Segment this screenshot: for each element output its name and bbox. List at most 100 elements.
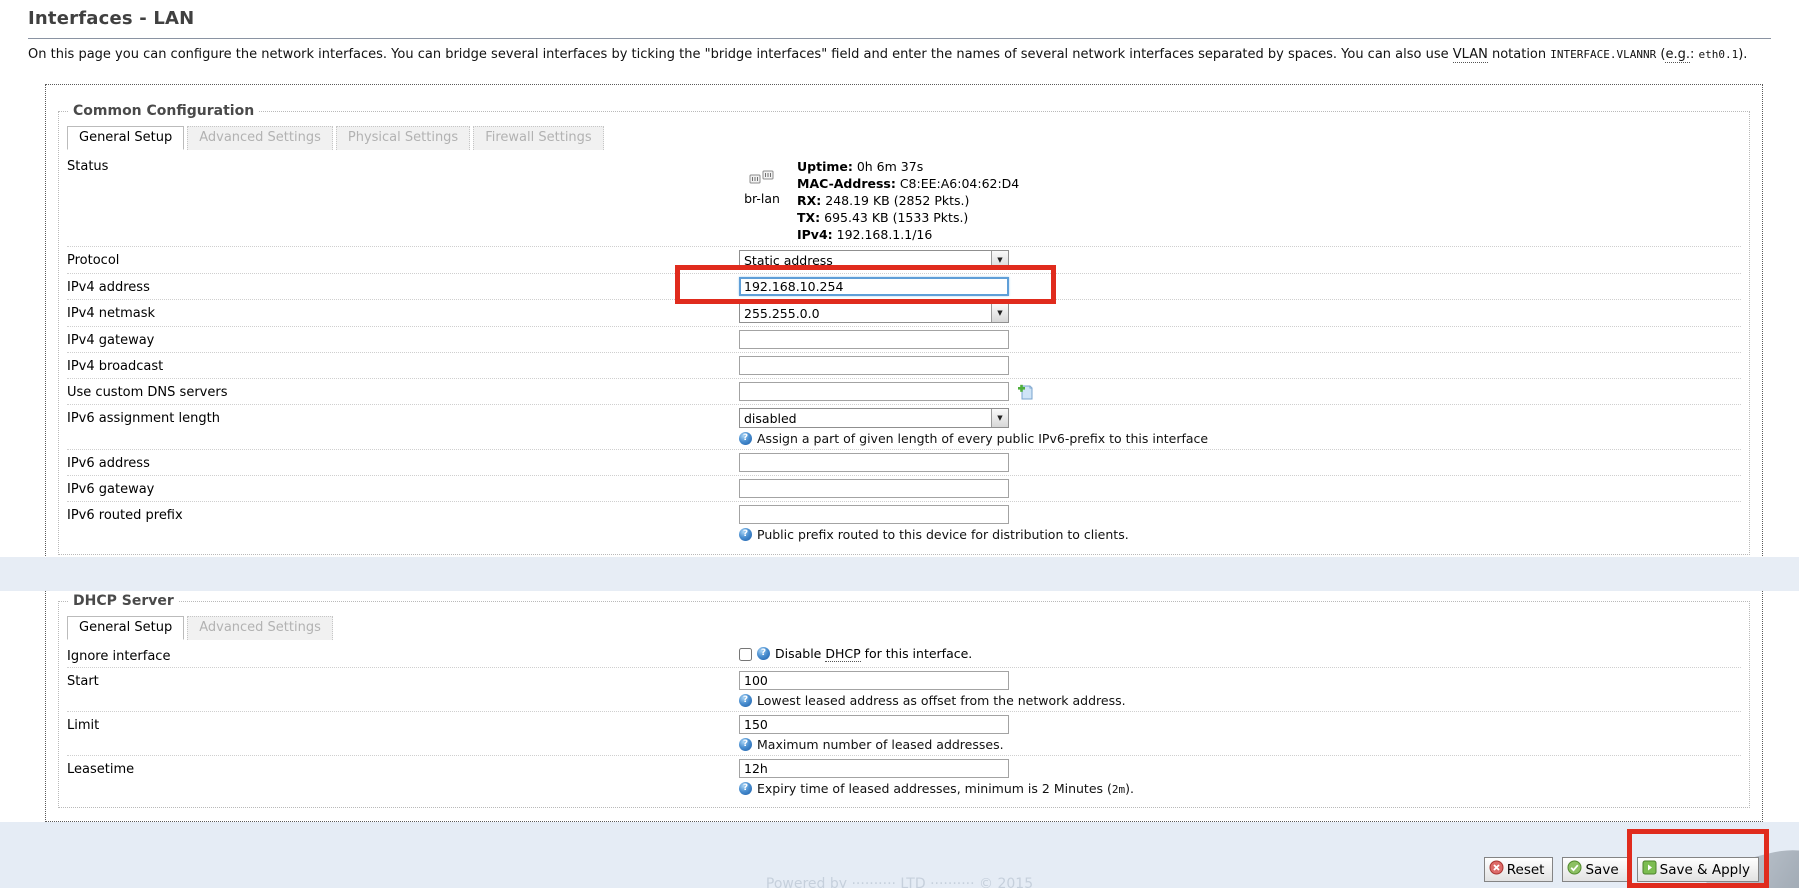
ipv6-assignment-length-select-value: disabled (740, 409, 991, 427)
ipv6-address-input[interactable] (739, 453, 1009, 472)
page-title: Interfaces - LAN (28, 0, 1771, 39)
field-label-ipv4-gateway: IPv4 gateway (67, 330, 739, 348)
descr-abbr-5: e.g. (1665, 47, 1690, 63)
ipv6-gateway-widget (739, 479, 1741, 498)
reset-button[interactable]: Reset (1484, 857, 1554, 882)
ipv6-assignment-length-select[interactable]: disabled▼ (739, 408, 1009, 428)
status-info-line: MAC-Address: C8:EE:A6:04:62:D4 (797, 175, 1019, 192)
ipv6-assignment-length-help-text: Assign a part of given length of every p… (757, 431, 1208, 446)
ignore-interface-checkbox[interactable] (739, 648, 752, 661)
leasetime-help-code-1: 2m (1112, 783, 1125, 796)
field-label-ignore-interface: Ignore interface (67, 646, 739, 664)
section-common-configuration: Common Configuration General SetupAdvanc… (58, 103, 1750, 555)
field-label-ipv4-broadcast: IPv4 broadcast (67, 356, 739, 374)
field-use-custom-dns-servers (739, 382, 1741, 401)
start-input[interactable] (739, 671, 1009, 690)
row-limit: Limit?Maximum number of leased addresses… (67, 712, 1741, 756)
status-info-key: RX: (797, 193, 821, 208)
ignore-interface-inline-help: Disable DHCP for this interface. (775, 646, 972, 661)
tab-advanced-settings[interactable]: Advanced Settings (187, 126, 333, 150)
save-button[interactable]: Save (1562, 857, 1627, 882)
status-info-key: TX: (797, 210, 820, 225)
start-help-text: Lowest leased address as offset from the… (757, 693, 1126, 708)
field-label-ipv4-netmask: IPv4 netmask (67, 303, 739, 321)
tab-general-setup[interactable]: General Setup (67, 616, 184, 640)
field-label-ipv4-address: IPv4 address (67, 277, 739, 295)
ipv4-netmask-select[interactable]: 255.255.0.0▼ (739, 303, 1009, 323)
ipv6-assignment-length-help-text-0: Assign a part of given length of every p… (757, 431, 1208, 446)
start-help-text-0: Lowest leased address as offset from the… (757, 693, 1126, 708)
row-leasetime: Leasetime?Expiry time of leased addresse… (67, 756, 1741, 799)
row-ipv4-gateway: IPv4 gateway (67, 327, 1741, 353)
ignore-interface-inline-text-0: Disable (775, 646, 825, 661)
use-custom-dns-servers-widget (739, 382, 1741, 401)
ignore-interface-inline-text-2: for this interface. (861, 646, 973, 661)
ipv6-assignment-length-help: ?Assign a part of given length of every … (739, 431, 1741, 446)
section-dhcp-server: DHCP Server General SetupAdvanced Settin… (58, 593, 1750, 808)
status-info-line: TX: 695.43 KB (1533 Pkts.) (797, 209, 1019, 226)
dhcp-server-rows: Ignore interface? Disable DHCP for this i… (67, 643, 1741, 799)
status-info-line: IPv4: 192.168.1.1/16 (797, 226, 1019, 243)
ipv4-gateway-widget (739, 330, 1741, 349)
status-info-key: IPv4: (797, 227, 833, 242)
status-info-key: MAC-Address: (797, 176, 896, 191)
status-row: Statusbr-lanUptime: 0h 6m 37sMAC-Address… (67, 153, 1741, 247)
ipv4-gateway-input[interactable] (739, 330, 1009, 349)
use-custom-dns-servers-input[interactable] (739, 382, 1009, 401)
field-label-ipv6-assignment-length: IPv6 assignment length (67, 408, 739, 426)
footer-buttons: Reset Save Save & Apply (1484, 857, 1759, 882)
row-protocol: ProtocolStatic address▼ (67, 247, 1741, 274)
status-info: Uptime: 0h 6m 37sMAC-Address: C8:EE:A6:0… (797, 158, 1019, 243)
field-ipv4-address (739, 277, 1741, 296)
row-ipv4-broadcast: IPv4 broadcast (67, 353, 1741, 379)
chevron-down-icon: ▼ (991, 409, 1008, 427)
field-ipv4-broadcast (739, 356, 1741, 375)
leasetime-widget (739, 759, 1741, 778)
button-label: Reset (1507, 862, 1545, 878)
field-ipv4-netmask: 255.255.0.0▼ (739, 303, 1741, 323)
ipv6-routed-prefix-input[interactable] (739, 505, 1009, 524)
field-label-start: Start (67, 671, 739, 689)
ipv4-address-widget (739, 277, 1741, 296)
field-label-leasetime: Leasetime (67, 759, 739, 777)
ipv4-broadcast-input[interactable] (739, 356, 1009, 375)
section-common-legend: Common Configuration (69, 103, 258, 119)
ignore-interface-widget: ? Disable DHCP for this interface. (739, 646, 1741, 661)
field-start: ? Lowest leased address as offset from th… (739, 671, 1741, 708)
row-ipv6-routed-prefix: IPv6 routed prefix?Public prefix routed … (67, 502, 1741, 545)
tab-advanced-settings[interactable]: Advanced Settings (187, 616, 333, 640)
descr-text-2: notation (1488, 47, 1550, 62)
status-info-value: C8:EE:A6:04:62:D4 (896, 176, 1019, 191)
field-label-status: Status (67, 156, 739, 174)
row-ipv4-netmask: IPv4 netmask255.255.0.0▼ (67, 300, 1741, 327)
section-dhcp-legend: DHCP Server (69, 593, 178, 609)
row-ipv6-gateway: IPv6 gateway (67, 476, 1741, 502)
ipv6-routed-prefix-help: ?Public prefix routed to this device for… (739, 527, 1741, 542)
ipv6-routed-prefix-widget (739, 505, 1741, 524)
field-ipv4-gateway (739, 330, 1741, 349)
tab-general-setup[interactable]: General Setup (67, 126, 184, 150)
field-ipv6-routed-prefix: ?Public prefix routed to this device for… (739, 505, 1741, 542)
descr-code-3: INTERFACE.VLANNR (1550, 48, 1656, 61)
save-apply-button[interactable]: Save & Apply (1637, 857, 1759, 882)
tab-firewall-settings[interactable]: Firewall Settings (473, 126, 603, 150)
ipv4-broadcast-widget (739, 356, 1741, 375)
config-map: Common Configuration General SetupAdvanc… (45, 84, 1763, 822)
field-leasetime: ?Expiry time of leased addresses, minimu… (739, 759, 1741, 796)
limit-input[interactable] (739, 715, 1009, 734)
leasetime-input[interactable] (739, 759, 1009, 778)
ipv6-gateway-input[interactable] (739, 479, 1009, 498)
protocol-select-value: Static address (740, 251, 991, 269)
ignore-interface-inline-abbr-1: DHCP (825, 646, 860, 662)
add-entry-icon[interactable] (1017, 383, 1034, 400)
limit-help-text-0: Maximum number of leased addresses. (757, 737, 1004, 752)
protocol-select[interactable]: Static address▼ (739, 250, 1009, 270)
help-icon: ? (757, 647, 770, 660)
leasetime-help-text-0: Expiry time of leased addresses, minimum… (757, 781, 1112, 796)
ipv4-address-input[interactable] (739, 277, 1009, 296)
leasetime-help: ?Expiry time of leased addresses, minimu… (739, 781, 1741, 796)
help-icon: ? (739, 694, 752, 707)
row-ignore-interface: Ignore interface? Disable DHCP for this i… (67, 643, 1741, 668)
tab-physical-settings[interactable]: Physical Settings (336, 126, 470, 150)
common-configuration-rows: Statusbr-lanUptime: 0h 6m 37sMAC-Address… (67, 153, 1741, 545)
